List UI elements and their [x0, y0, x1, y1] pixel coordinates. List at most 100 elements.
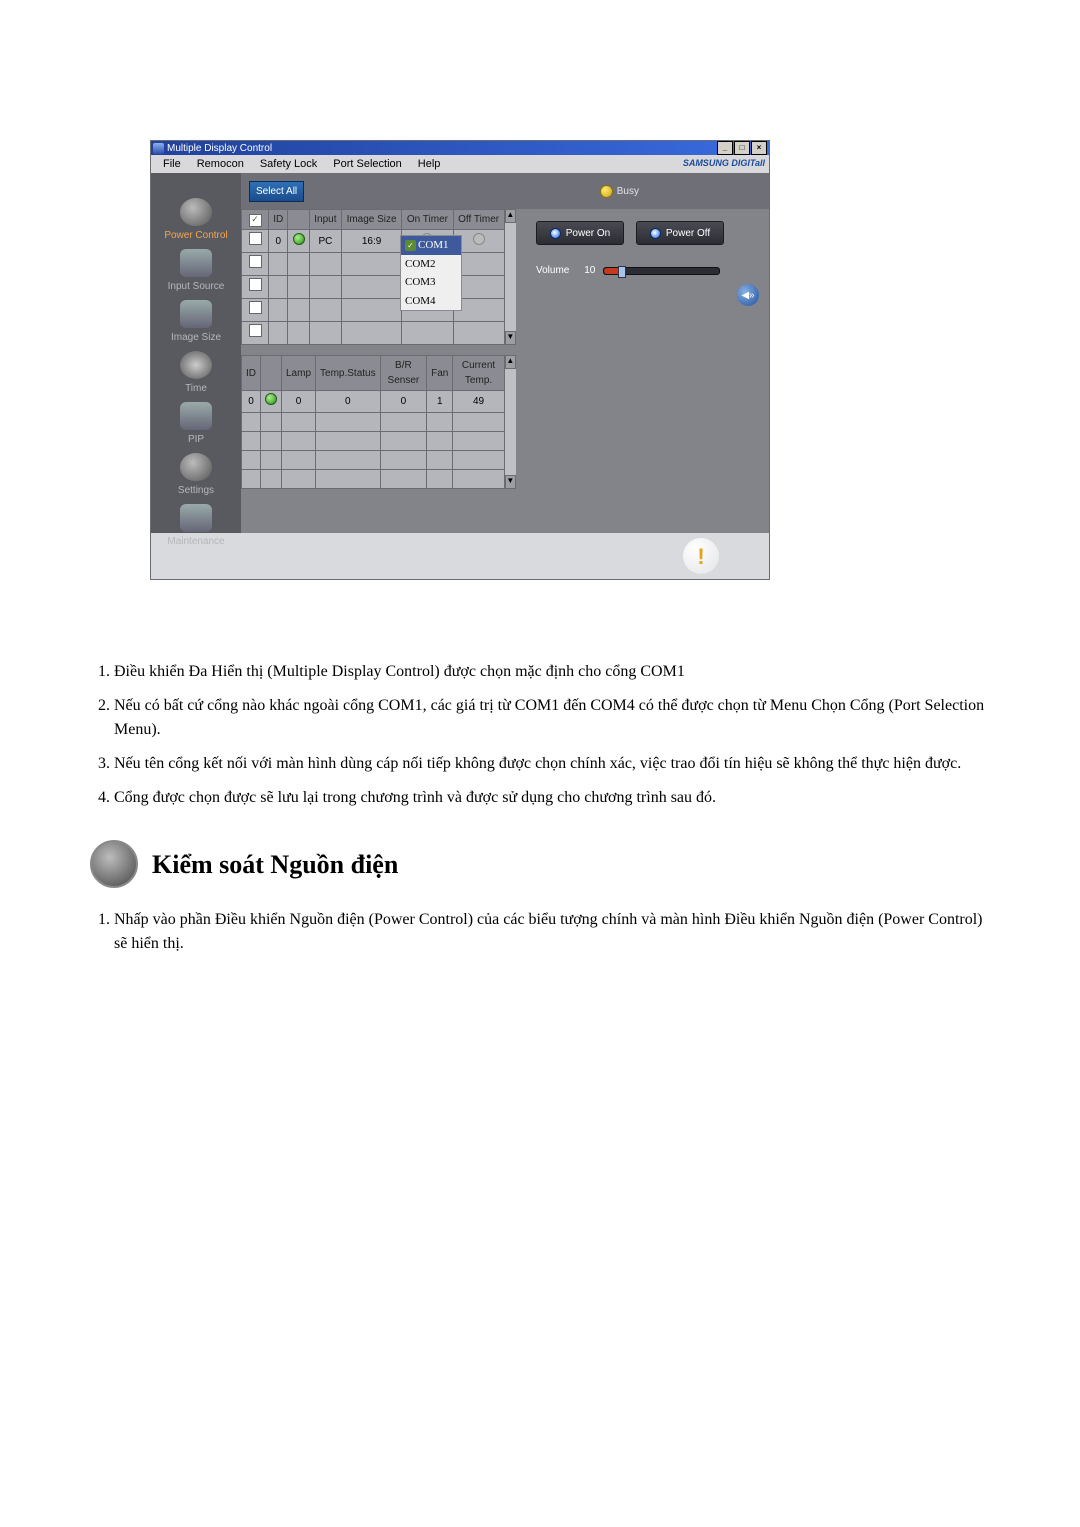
- display-grid-bottom: ID Lamp Temp.Status B/R Senser Fan Curre…: [241, 355, 505, 489]
- row-checkbox[interactable]: [249, 255, 262, 268]
- col-fan: Fan: [427, 356, 453, 391]
- scroll-down-icon[interactable]: ▼: [505, 475, 516, 489]
- menu-help[interactable]: Help: [410, 156, 449, 173]
- sidebar-item-input-source[interactable]: Input Source: [168, 249, 225, 294]
- sidebar-item-power-control[interactable]: Power Control: [164, 198, 227, 243]
- scrollbar[interactable]: ▲ ▼: [505, 355, 516, 489]
- status-dot-icon: [265, 393, 277, 405]
- app-body: Power Control Input Source Image Size Ti…: [151, 173, 769, 533]
- cell-temp-status: 0: [316, 391, 381, 413]
- sidebar-label: Input Source: [168, 279, 225, 294]
- table-row[interactable]: [242, 299, 505, 322]
- scroll-up-icon[interactable]: ▲: [505, 355, 516, 369]
- menu-port-selection[interactable]: Port Selection: [325, 156, 409, 173]
- sidebar-label: PIP: [188, 432, 204, 447]
- maximize-button[interactable]: □: [734, 141, 750, 155]
- port-label: COM1: [418, 239, 449, 251]
- sidebar-label: Settings: [178, 483, 214, 498]
- sidebar-label: Power Control: [164, 228, 227, 243]
- menu-safety-lock[interactable]: Safety Lock: [252, 156, 325, 173]
- sidebar-label: Image Size: [171, 330, 221, 345]
- menu-file[interactable]: File: [155, 156, 189, 173]
- power-panel: Power On Power Off Volume 10: [516, 209, 769, 533]
- row-checkbox[interactable]: [249, 232, 262, 245]
- sidebar: Power Control Input Source Image Size Ti…: [151, 173, 241, 533]
- close-button[interactable]: ×: [751, 141, 767, 155]
- note-2: Nếu có bất cứ cổng nào khác ngoài cổng C…: [114, 694, 990, 742]
- port-com4[interactable]: COM4: [401, 292, 461, 311]
- cell-fan: 1: [427, 391, 453, 413]
- sidebar-label: Maintenance: [167, 534, 224, 549]
- busy-indicator: Busy: [600, 184, 769, 199]
- section2-note-1: Nhấp vào phần Điều khiển Nguồn điện (Pow…: [114, 908, 990, 956]
- row-checkbox[interactable]: [249, 301, 262, 314]
- titlebar: Multiple Display Control _ □ ×: [151, 141, 769, 155]
- power-section-icon: [90, 840, 138, 888]
- port-com2[interactable]: COM2: [401, 255, 461, 274]
- note-4: Cổng được chọn được sẽ lưu lại trong chư…: [114, 786, 990, 810]
- sidebar-item-time[interactable]: Time: [180, 351, 212, 396]
- select-all-checkbox[interactable]: [249, 214, 262, 227]
- radio-icon: [550, 228, 561, 239]
- table-row[interactable]: 0 PC 16:9: [242, 230, 505, 253]
- power-off-button[interactable]: Power Off: [636, 221, 724, 245]
- sidebar-item-maintenance[interactable]: Maintenance: [167, 504, 224, 549]
- clock-icon: [180, 351, 212, 379]
- scrollbar[interactable]: ▲ ▼: [505, 209, 516, 345]
- scroll-down-icon[interactable]: ▼: [505, 331, 516, 345]
- port-com1[interactable]: ✓COM1: [401, 236, 461, 255]
- top-strip: Select All Busy: [241, 173, 769, 209]
- mdc-window: Multiple Display Control _ □ × File Remo…: [150, 140, 770, 580]
- brand-label: SAMSUNG DIGITall: [683, 157, 765, 171]
- section-header-power: Kiểm soát Nguồn điện: [90, 840, 990, 888]
- app-icon: [153, 143, 164, 154]
- main-area: Select All Busy ID Input: [241, 173, 769, 533]
- scroll-up-icon[interactable]: ▲: [505, 209, 516, 223]
- select-all-button[interactable]: Select All: [249, 181, 304, 202]
- port-com3[interactable]: COM3: [401, 273, 461, 292]
- table-row[interactable]: [242, 253, 505, 276]
- volume-slider[interactable]: [603, 267, 720, 275]
- table-row[interactable]: [242, 451, 505, 470]
- sidebar-item-image-size[interactable]: Image Size: [171, 300, 221, 345]
- tables-column: ID Input Image Size On Timer Off Timer 0: [241, 209, 516, 533]
- table-row[interactable]: [242, 432, 505, 451]
- section-title: Kiểm soát Nguồn điện: [152, 845, 398, 884]
- display-grid-top: ID Input Image Size On Timer Off Timer 0: [241, 209, 505, 345]
- power-icon: [180, 198, 212, 226]
- volume-label: Volume: [536, 263, 569, 278]
- volume-row: Volume 10: [536, 263, 759, 278]
- sidebar-label: Time: [185, 381, 207, 396]
- speaker-icon[interactable]: ◀»: [737, 284, 759, 306]
- busy-label: Busy: [617, 184, 639, 199]
- table-row[interactable]: 0 0 0 0 1 49: [242, 391, 505, 413]
- minimize-button[interactable]: _: [717, 141, 733, 155]
- busy-dot-icon: [600, 185, 613, 198]
- window-buttons: _ □ ×: [717, 141, 767, 155]
- power-on-label: Power On: [566, 226, 610, 241]
- power-on-button[interactable]: Power On: [536, 221, 624, 245]
- table-row[interactable]: [242, 322, 505, 345]
- volume-value: 10: [577, 263, 595, 278]
- table-row[interactable]: [242, 470, 505, 489]
- col-current-temp: Current Temp.: [453, 356, 504, 391]
- table-row[interactable]: [242, 276, 505, 299]
- window-title: Multiple Display Control: [167, 141, 272, 156]
- sidebar-item-settings[interactable]: Settings: [178, 453, 214, 498]
- table-row[interactable]: [242, 413, 505, 432]
- port-selection-dropdown[interactable]: ✓COM1 COM2 COM3 COM4: [400, 235, 462, 311]
- slider-thumb[interactable]: [618, 266, 626, 278]
- sidebar-item-pip[interactable]: PIP: [180, 402, 212, 447]
- row-checkbox[interactable]: [249, 324, 262, 337]
- cell-br-sensor: 0: [380, 391, 427, 413]
- note-1: Điều khiển Đa Hiển thị (Multiple Display…: [114, 660, 990, 684]
- cell-image-size: 16:9: [341, 230, 401, 253]
- pip-icon: [180, 402, 212, 430]
- col-lamp: Lamp: [282, 356, 316, 391]
- radio-icon: [650, 228, 661, 239]
- gear-icon: [180, 453, 212, 481]
- row-checkbox[interactable]: [249, 278, 262, 291]
- warning-icon: !: [683, 538, 719, 574]
- menu-remocon[interactable]: Remocon: [189, 156, 252, 173]
- col-id: ID: [269, 210, 288, 230]
